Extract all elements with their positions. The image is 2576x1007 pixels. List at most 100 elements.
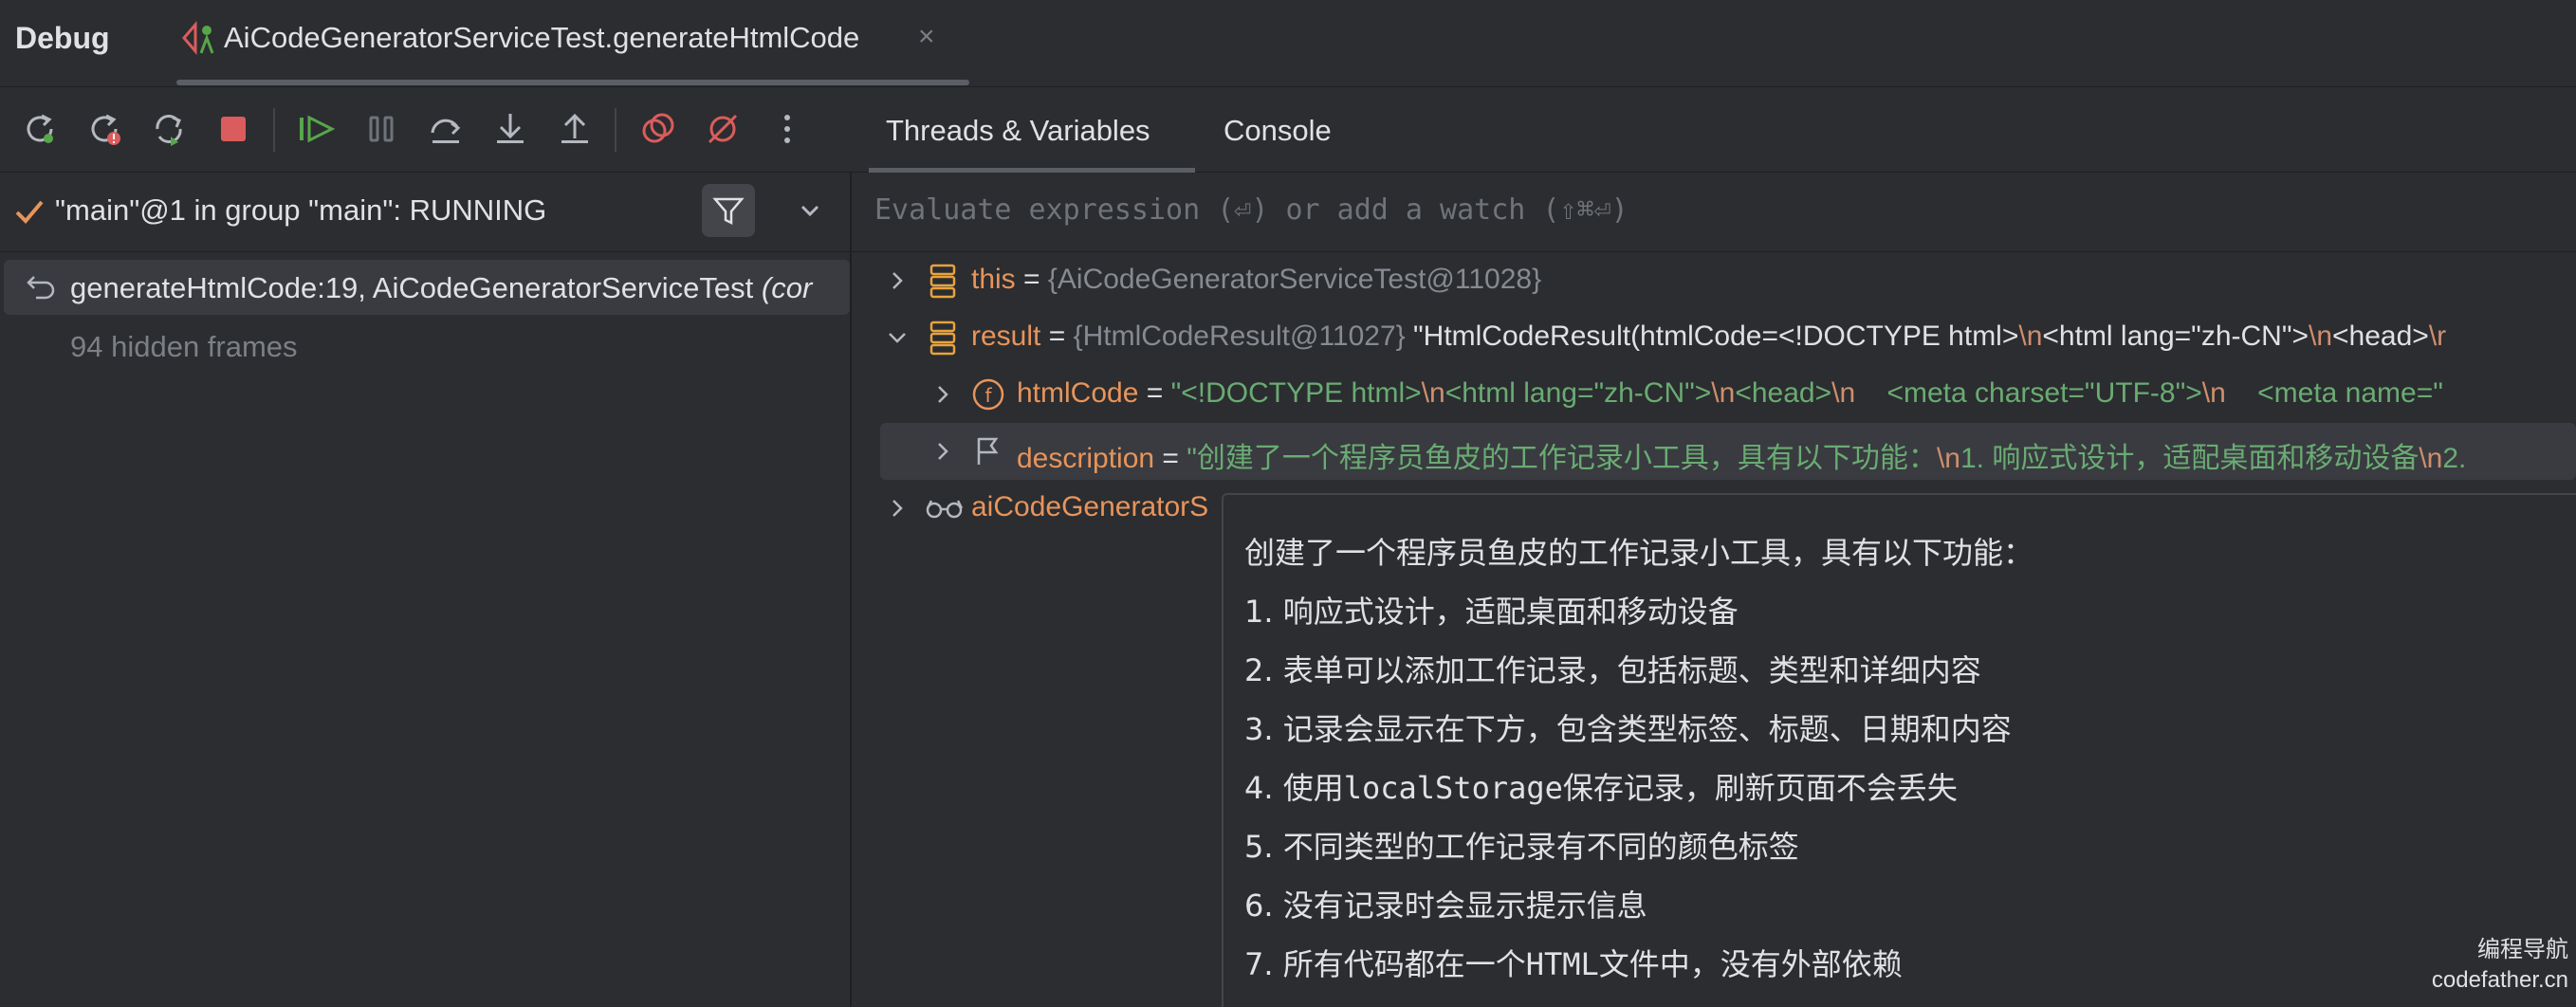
string-value: "创建了一个程序员鱼皮的工作记录小工具，具有以下功能： [1187,443,1937,474]
variable-text: aiCodeGeneratorS [971,491,1208,523]
equals-sign: = [1154,443,1187,474]
chevron-right-icon[interactable] [929,438,956,472]
value-tooltip: 创建了一个程序员鱼皮的工作记录小工具，具有以下功能： 1. 响应式设计，适配桌面… [1222,493,2576,1007]
string-value: <meta name=" [2225,377,2443,409]
rerun-failed-icon[interactable] [82,106,127,152]
tostring-text: <head> [2332,320,2429,352]
svg-text:f: f [984,384,992,407]
variable-row-result[interactable]: result = {HtmlCodeResult@11027} "HtmlCod… [852,309,2576,366]
pause-icon[interactable] [359,106,404,152]
escape-sequence: \r [2428,320,2447,352]
evaluate-expression-field[interactable]: Evaluate expression (⏎) or add a watch (… [852,173,2576,252]
watermark-line: 编程导航 [2477,937,2568,962]
escape-sequence: \n [2201,377,2226,409]
watermark-line: codefather.cn [2431,967,2568,993]
view-breakpoints-icon[interactable] [635,106,681,152]
tostring-text: "HtmlCodeResult(htmlCode=<!DOCTYPE html> [1405,320,2019,352]
toolbar-separator [615,108,616,152]
tab-console[interactable]: Console [1224,87,1394,173]
equals-sign: = [1040,320,1074,352]
escape-sequence: \n [2309,320,2333,352]
object-icon [928,319,958,364]
string-value: 1. 响应式设计，适配桌面和移动设备 [1960,443,2420,474]
tooltip-code: localStorage [1343,770,1563,806]
stack-frame-row[interactable]: generateHtmlCode:19, AiCodeGeneratorServ… [4,260,850,315]
escape-sequence: \n [1936,443,1960,474]
toolbar-separator [273,108,275,152]
chevron-down-icon[interactable] [793,193,827,228]
step-out-icon[interactable] [552,106,598,152]
flag-icon [973,432,1002,478]
frame-method: generateHtmlCode:19, AiCodeGeneratorServ… [70,271,754,304]
mute-breakpoints-icon[interactable] [700,106,745,152]
tab-label: AiCodeGeneratorServiceTest.generateHtmlC… [224,21,860,54]
step-into-icon[interactable] [488,106,533,152]
tooltip-line: 3. 记录会显示在下方，包含类型标签、标题、日期和内容 [1244,711,2012,747]
variable-name: result [971,320,1041,352]
tooltip-line: 创建了一个程序员鱼皮的工作记录小工具，具有以下功能： [1244,535,2034,571]
thread-label: "main"@1 in group "main": RUNNING [55,193,547,227]
resume-icon[interactable] [294,106,340,152]
stop-icon[interactable] [211,106,256,152]
escape-sequence: \n [1711,377,1736,409]
chevron-right-icon[interactable] [884,495,911,529]
debug-window: Debug AiCodeGeneratorServiceTest.generat… [0,0,2576,1007]
variable-name: htmlCode [1017,377,1139,409]
evaluate-placeholder: Evaluate expression (⏎) or add a watch (… [874,193,1628,227]
variable-row-description[interactable]: description = "创建了一个程序员鱼皮的工作记录小工具，具有以下功能… [880,423,2576,480]
return-arrow-icon [25,273,57,306]
string-value: <meta charset="UTF-8"> [1855,377,2202,409]
variable-text: this = {AiCodeGeneratorServiceTest@11028… [971,264,1541,296]
tooltip-line: 2. 表单可以添加工作记录，包括标题、类型和详细内容 [1244,652,1981,688]
step-over-icon[interactable] [423,106,469,152]
tooltip-text: 文件中，没有外部依赖 [1598,946,1903,982]
field-icon: f [971,375,1005,421]
tooltip-text: 4. 使用 [1244,770,1344,806]
tooltip-line: 4. 使用localStorage保存记录，刷新页面不会丢失 [1244,764,1958,808]
watch-glasses-icon [924,489,966,535]
object-icon [928,262,958,307]
variable-text: htmlCode = "<!DOCTYPE html>\n<html lang=… [1017,377,2443,410]
variable-text: result = {HtmlCodeResult@11027} "HtmlCod… [971,320,2446,353]
tostring-text: <html lang="zh-CN"> [2042,320,2309,352]
chevron-right-icon[interactable] [884,267,911,302]
object-reference: {AiCodeGeneratorServiceTest@11028} [1047,264,1542,295]
thread-selector[interactable]: "main"@1 in group "main": RUNNING [0,173,850,252]
junit-test-icon [180,19,218,62]
equals-sign: = [1138,377,1171,409]
stack-frame-label: generateHtmlCode:19, AiCodeGeneratorServ… [70,271,812,305]
more-icon[interactable] [764,106,810,152]
tooltip-text: 保存记录，刷新页面不会丢失 [1562,770,1958,806]
frame-package: (cor [761,271,813,304]
rerun-icon[interactable] [17,106,63,152]
debug-titlebar: Debug AiCodeGeneratorServiceTest.generat… [0,0,2576,87]
string-value: 2. [2442,443,2467,474]
watermark: 编程导航 codefather.cn [2432,935,2568,996]
filter-icon[interactable] [702,184,755,237]
escape-sequence: \n [1831,377,1856,409]
object-reference: {HtmlCodeResult@11027} [1073,320,1406,352]
string-value: <head> [1735,377,1832,409]
debug-session-tab[interactable]: AiCodeGeneratorServiceTest.generateHtmlC… [176,0,969,87]
variable-row-htmlcode[interactable]: f htmlCode = "<!DOCTYPE html>\n<html lan… [852,366,2576,423]
tooltip-code: HTML [1525,946,1599,982]
escape-sequence: \n [2419,443,2443,474]
tooltip-line: 7. 所有代码都在一个HTML文件中，没有外部依赖 [1244,941,1903,984]
hidden-frames-label[interactable]: 94 hidden frames [70,330,298,364]
variable-name: aiCodeGeneratorS [971,491,1209,522]
close-tab-icon[interactable]: × [918,23,935,51]
chevron-right-icon[interactable] [929,381,956,415]
tab-underline [176,80,969,85]
restart-icon[interactable] [146,106,192,152]
chevron-down-icon[interactable] [884,324,911,358]
variable-row-this[interactable]: this = {AiCodeGeneratorServiceTest@11028… [852,252,2576,309]
checkmark-icon [13,195,46,232]
tool-window-title: Debug [15,21,110,55]
string-value: <html lang="zh-CN"> [1444,377,1712,409]
tab-threads-variables[interactable]: Threads & Variables [869,87,1195,173]
escape-sequence: \n [2018,320,2043,352]
variable-text: description = "创建了一个程序员鱼皮的工作记录小工具，具有以下功能… [1017,434,2466,476]
tooltip-text: 7. 所有代码都在一个 [1244,946,1526,982]
tooltip-line: 6. 没有记录时会显示提示信息 [1244,888,1647,924]
escape-sequence: \n [1421,377,1445,409]
